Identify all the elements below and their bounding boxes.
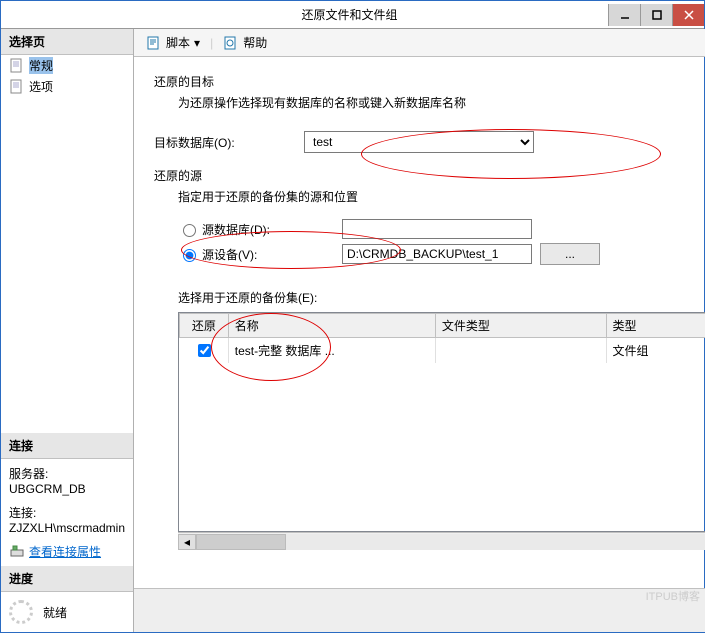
help-button[interactable]: 帮助 — [219, 32, 271, 53]
scroll-thumb[interactable] — [196, 534, 286, 550]
scroll-left-arrow[interactable]: ◂ — [178, 534, 196, 550]
toolbar: 脚本 ▾ | 帮助 — [134, 29, 705, 57]
row-filetype — [435, 338, 606, 364]
backup-sets-label: 选择用于还原的备份集(E): — [178, 289, 705, 306]
close-button[interactable] — [672, 4, 704, 26]
target-db-label: 目标数据库(O): — [154, 134, 304, 151]
view-connection-props-link[interactable]: 查看连接属性 — [29, 543, 101, 560]
source-database-radio[interactable] — [183, 224, 196, 237]
server-value: UBGCRM_DB — [9, 482, 125, 496]
window-title: 还原文件和文件组 — [91, 6, 608, 23]
dest-desc: 为还原操作选择现有数据库的名称或键入新数据库名称 — [178, 94, 705, 111]
source-device-input[interactable] — [342, 244, 532, 264]
dialog-footer: 确定 取消 — [134, 588, 705, 632]
window-controls — [608, 4, 704, 26]
nav-general-label: 常规 — [29, 57, 53, 74]
source-title: 还原的源 — [154, 167, 705, 184]
source-database-input — [342, 219, 532, 239]
server-label: 服务器: — [9, 465, 125, 482]
script-label: 脚本 — [166, 34, 190, 51]
connection-header: 连接 — [1, 433, 133, 459]
left-panel: 选择页 常规 选项 连接 服务器: UBGCRM_DB 连接: ZJZXLH\m… — [1, 29, 134, 632]
browse-button[interactable]: ... — [540, 243, 600, 265]
progress-status: 就绪 — [43, 604, 67, 621]
row-type: 文件组 — [606, 338, 705, 364]
col-type[interactable]: 类型 — [606, 314, 705, 338]
page-icon — [9, 58, 25, 74]
page-icon — [9, 79, 25, 95]
source-desc: 指定用于还原的备份集的源和位置 — [178, 188, 705, 205]
script-button[interactable]: 脚本 ▾ — [142, 32, 204, 53]
nav-options[interactable]: 选项 — [1, 76, 133, 97]
help-label: 帮助 — [243, 34, 267, 51]
connection-label: 连接: — [9, 504, 125, 521]
maximize-button[interactable] — [640, 4, 672, 26]
progress-spinner-icon — [9, 600, 33, 624]
table-row[interactable]: test-完整 数据库 ... 文件组 — [180, 338, 705, 364]
progress-header: 进度 — [1, 566, 133, 592]
col-filetype[interactable]: 文件类型 — [435, 314, 606, 338]
backup-sets-table: 还原 名称 文件类型 类型 文件 test-完整 数据库 ...文件组 — [178, 312, 705, 532]
dest-title: 还原的目标 — [154, 73, 705, 90]
source-device-radio[interactable] — [183, 249, 196, 262]
nav-options-label: 选项 — [29, 78, 53, 95]
script-icon — [146, 35, 162, 51]
row-name: test-完整 数据库 ... — [228, 338, 435, 364]
help-icon — [223, 35, 239, 51]
right-panel: 脚本 ▾ | 帮助 还原的目标 为还原操作选择现有数据库的名称或键入新数据库名称… — [134, 29, 705, 632]
source-database-label: 源数据库(D): — [202, 221, 342, 238]
nav-general[interactable]: 常规 — [1, 55, 133, 76]
watermark: ITPUB博客 — [646, 588, 700, 604]
select-page-header: 选择页 — [1, 29, 133, 55]
dialog-window: 还原文件和文件组 选择页 常规 选项 连接 服务器: UBGCRM_DB 连接: — [0, 0, 705, 633]
connection-icon — [9, 544, 25, 560]
restore-checkbox[interactable] — [198, 344, 211, 357]
connection-value: ZJZXLH\mscrmadmin — [9, 521, 125, 535]
source-device-label: 源设备(V): — [202, 246, 342, 263]
titlebar: 还原文件和文件组 — [1, 1, 704, 29]
chevron-down-icon: ▾ — [194, 36, 200, 50]
horizontal-scrollbar[interactable]: ◂ ▸ — [178, 532, 705, 550]
minimize-button[interactable] — [608, 4, 640, 26]
col-restore[interactable]: 还原 — [180, 314, 229, 338]
col-name[interactable]: 名称 — [228, 314, 435, 338]
target-db-select[interactable]: test — [304, 131, 534, 153]
